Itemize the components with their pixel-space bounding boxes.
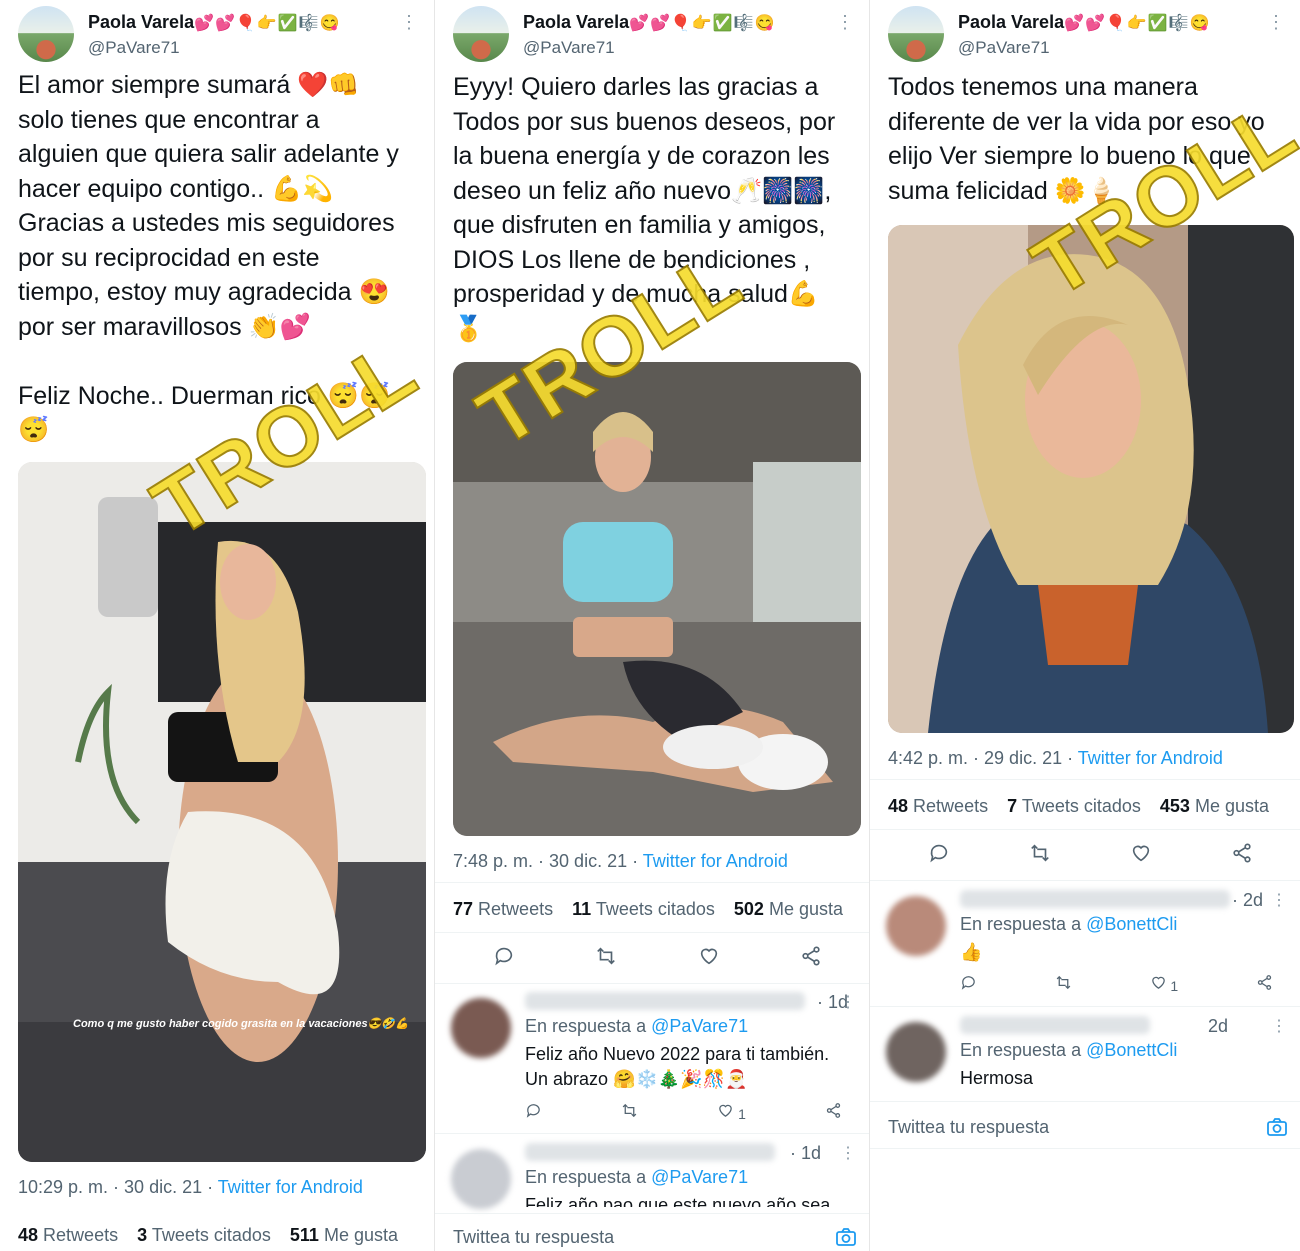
tweet-column-2: Paola Varela💕💕🎈👉✅🎼😋 @PaVare71 ⋮ Eyyy! Qu… [434, 0, 870, 1251]
reply-tweet[interactable]: · 1d ⋮ En respuesta a @PaVare71 Feliz añ… [445, 992, 862, 1132]
reply-time: · 2d [1232, 890, 1264, 910]
reply-avatar[interactable] [451, 1149, 511, 1209]
reply-author-blurred[interactable] [960, 890, 1230, 908]
reply-actions: 1 [525, 1102, 842, 1122]
reply-text: 👍 [960, 942, 983, 962]
mention-link[interactable]: @PaVare71 [651, 1016, 748, 1036]
tweet-source-link[interactable]: Twitter for Android [218, 1177, 363, 1197]
reply-author-blurred[interactable] [960, 1016, 1150, 1034]
quotes-count[interactable]: 11 Tweets citados [572, 899, 715, 919]
tweet-column-1: Paola Varela💕💕🎈👉✅🎼😋 @PaVare71 ⋮ El amor … [0, 0, 434, 1251]
share-icon[interactable] [1231, 842, 1253, 869]
like-icon[interactable] [698, 945, 720, 972]
user-name[interactable]: Paola Varela💕💕🎈👉✅🎼😋 [958, 12, 1211, 33]
reply-text: Hermosa [960, 1068, 1034, 1088]
photo-caption: Como q me gusto haber cogido grasita en … [73, 1017, 410, 1031]
photo-selfie-mirror: Como q me gusto haber cogido grasita en … [18, 462, 426, 1162]
like-icon[interactable] [1130, 842, 1152, 869]
camera-icon[interactable] [1265, 1115, 1289, 1144]
tweet-header: Paola Varela💕💕🎈👉✅🎼😋 @PaVare71 ⋮ [453, 6, 860, 64]
retweets-count[interactable]: 48 Retweets [18, 1225, 118, 1245]
likes-count[interactable]: 502 Me gusta [734, 899, 843, 919]
mention-link[interactable]: @BonettCli [1086, 1040, 1177, 1060]
share-icon[interactable] [800, 945, 822, 972]
mention-link[interactable]: @BonettCli [1086, 914, 1177, 934]
quotes-count[interactable]: 3 Tweets citados [137, 1225, 271, 1245]
tweet-stats: 77 Retweets 11 Tweets citados 502 Me gus… [453, 899, 857, 920]
user-handle[interactable]: @PaVare71 [523, 38, 615, 58]
share-icon[interactable] [1256, 974, 1273, 994]
more-icon[interactable]: ⋮ [1271, 890, 1287, 910]
user-name[interactable]: Paola Varela💕💕🎈👉✅🎼😋 [523, 12, 776, 33]
tweet-photo[interactable]: Como q me gusto haber cogido grasita en … [18, 462, 426, 1162]
more-icon[interactable]: ⋮ [840, 1143, 856, 1163]
reply-avatar[interactable] [886, 1022, 946, 1082]
quotes-count[interactable]: 7 Tweets citados [1007, 796, 1141, 816]
more-icon[interactable]: ⋮ [400, 12, 418, 33]
like-icon [1151, 976, 1165, 989]
tweet-header: Paola Varela💕💕🎈👉✅🎼😋 @PaVare71 ⋮ [888, 6, 1291, 64]
more-icon[interactable]: ⋮ [836, 12, 854, 33]
tweet-header: Paola Varela💕💕🎈👉✅🎼😋 @PaVare71 ⋮ [18, 6, 424, 64]
reply-icon[interactable] [493, 945, 515, 972]
like-button[interactable]: 1 [1150, 974, 1178, 994]
reply-to: En respuesta a @PaVare71 [525, 1167, 749, 1187]
reply-time: · 1d [790, 1143, 822, 1163]
user-name[interactable]: Paola Varela💕💕🎈👉✅🎼😋 [88, 12, 341, 33]
user-handle[interactable]: @PaVare71 [958, 38, 1050, 58]
retweet-icon[interactable] [621, 1102, 638, 1122]
retweets-count[interactable]: 48 Retweets [888, 796, 988, 816]
more-icon[interactable]: ⋮ [1267, 12, 1285, 33]
avatar[interactable] [18, 6, 74, 62]
likes-count[interactable]: 453 Me gusta [1160, 796, 1269, 816]
more-icon[interactable]: ⋮ [840, 992, 856, 1012]
more-icon[interactable]: ⋮ [1271, 1016, 1287, 1036]
reply-tweet[interactable]: · 2d ⋮ En respuesta a @BonettCli 👍 1 [880, 890, 1293, 1002]
tweet-timestamp: 4:42 p. m. · 29 dic. 21 · Twitter for An… [888, 748, 1223, 768]
tweet-source-link[interactable]: Twitter for Android [643, 851, 788, 871]
reply-time: 2d [1208, 1016, 1229, 1036]
tweet-stats: 48 Retweets 3 Tweets citados 511 Me gust… [18, 1225, 412, 1246]
reply-actions: 1 [960, 974, 1273, 994]
likes-count[interactable]: 511 Me gusta [290, 1225, 398, 1245]
reply-to: En respuesta a @BonettCli [960, 914, 1178, 934]
tweet-stats: 48 Retweets 7 Tweets citados 453 Me gust… [888, 796, 1283, 817]
tweet-timestamp: 10:29 p. m. · 30 dic. 21 · Twitter for A… [18, 1177, 363, 1197]
retweet-icon[interactable] [1055, 974, 1072, 994]
tweet-source-link[interactable]: Twitter for Android [1078, 748, 1223, 768]
reply-to: En respuesta a @PaVare71 [525, 1016, 749, 1036]
tweet-actions [453, 943, 862, 973]
reply-text: Feliz año pao que este nuevo año sea de [525, 1195, 831, 1207]
tweet-actions [888, 840, 1293, 870]
retweet-icon[interactable] [1029, 842, 1051, 869]
reply-tweet[interactable]: 2d ⋮ En respuesta a @BonettCli Hermosa [880, 1016, 1293, 1096]
avatar[interactable] [453, 6, 509, 62]
reply-composer[interactable]: Twittea tu respuesta [888, 1117, 1289, 1138]
retweet-icon[interactable] [595, 945, 617, 972]
tweet-column-3: Paola Varela💕💕🎈👉✅🎼😋 @PaVare71 ⋮ Todos te… [869, 0, 1300, 1251]
like-button[interactable]: 1 [717, 1102, 746, 1122]
reply-icon[interactable] [525, 1102, 542, 1122]
reply-to: En respuesta a @BonettCli [960, 1040, 1178, 1060]
camera-icon[interactable] [834, 1225, 858, 1251]
reply-avatar[interactable] [451, 998, 511, 1058]
reply-composer[interactable]: Twittea tu respuesta [453, 1227, 858, 1248]
like-icon [719, 1104, 732, 1117]
mention-link[interactable]: @PaVare71 [651, 1167, 748, 1187]
reply-author-blurred[interactable] [525, 1143, 775, 1161]
retweets-count[interactable]: 77 Retweets [453, 899, 553, 919]
reply-icon[interactable] [928, 842, 950, 869]
user-handle[interactable]: @PaVare71 [88, 38, 180, 58]
reply-author-blurred[interactable] [525, 992, 805, 1010]
reply-icon[interactable] [960, 974, 977, 994]
reply-text: Feliz año Nuevo 2022 para ti también. Un… [525, 1044, 830, 1089]
reply-tweet[interactable]: · 1d ⋮ En respuesta a @PaVare71 Feliz añ… [445, 1143, 862, 1213]
tweet-timestamp: 7:48 p. m. · 30 dic. 21 · Twitter for An… [453, 851, 788, 871]
share-icon[interactable] [825, 1102, 842, 1122]
avatar[interactable] [888, 6, 944, 62]
reply-avatar[interactable] [886, 896, 946, 956]
